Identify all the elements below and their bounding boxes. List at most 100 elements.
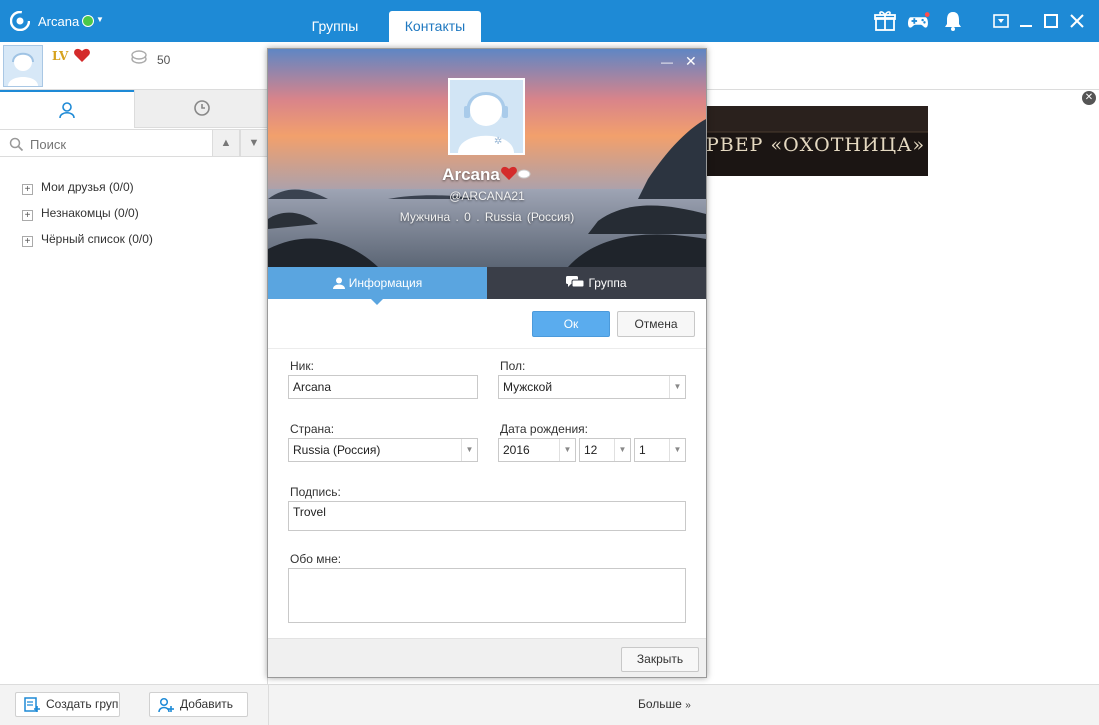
birth-day-value: 1 xyxy=(639,443,646,457)
search-input[interactable] xyxy=(30,134,205,154)
birth-year-select[interactable]: 2016 ▼ xyxy=(498,438,576,462)
profile-meta: Мужчина . 0 . Russia (Россия) xyxy=(399,210,575,224)
tab-group[interactable]: Группа xyxy=(487,267,706,299)
online-status-icon[interactable] xyxy=(82,15,94,27)
country-label: Страна: xyxy=(290,422,335,436)
chevron-down-icon: ▼ xyxy=(669,376,685,398)
svg-text:✲: ✲ xyxy=(494,136,502,147)
dialog-header: — ✕ ✲ Arcana @ARCANA21 Мужчина . 0 . Rus… xyxy=(268,49,706,267)
create-group-label: Создать груп xyxy=(46,697,119,711)
nick-label: Ник: xyxy=(290,359,314,373)
contact-group-friends[interactable]: + Мои друзья (0/0) xyxy=(22,178,134,196)
gender-label: Пол: xyxy=(500,359,526,373)
birth-year-value: 2016 xyxy=(503,443,530,457)
app-name: Arcana xyxy=(38,14,80,29)
ad-banner[interactable]: РВЕР «ОХОТНИЦА» xyxy=(706,106,928,176)
sidebar-tab-contacts[interactable] xyxy=(0,90,134,128)
contact-group-label: Незнакомцы (0/0) xyxy=(41,206,139,220)
banner-close-icon[interactable]: ✕ xyxy=(1082,91,1096,105)
profile-name: Arcana xyxy=(268,165,706,185)
avatar[interactable] xyxy=(3,45,43,87)
country-select[interactable]: Russia (Россия) ▼ xyxy=(288,438,478,462)
close-button[interactable]: Закрыть xyxy=(621,647,699,672)
gift-icon[interactable] xyxy=(873,10,897,32)
birthdate-label: Дата рождения: xyxy=(500,422,588,436)
default-avatar-icon: ✲ xyxy=(458,92,514,153)
ok-button[interactable]: Ок xyxy=(532,311,610,337)
more-label: Больше xyxy=(638,697,682,711)
bottom-divider xyxy=(268,685,269,725)
expand-icon[interactable]: + xyxy=(22,236,33,247)
dialog-close-icon[interactable]: ✕ xyxy=(685,53,697,70)
more-button[interactable]: Больше » xyxy=(638,697,691,711)
signature-label: Подпись: xyxy=(290,485,341,499)
add-user-icon xyxy=(158,697,174,713)
contact-group-strangers[interactable]: + Незнакомцы (0/0) xyxy=(22,204,139,222)
bottom-bar: Создать груп Добавить Больше » xyxy=(0,684,1099,725)
expand-icon[interactable]: + xyxy=(22,210,33,221)
heart-icon[interactable] xyxy=(500,165,532,181)
sidebar: ▲ ▼ +Мои друзья (0/0) +Незнакомцы (0/0) … xyxy=(0,90,268,684)
default-avatar-icon xyxy=(8,52,38,86)
app-logo-icon xyxy=(10,11,30,31)
profile-form: Ник: Пол: Мужской ▼ Страна: Russia (Росс… xyxy=(268,348,706,638)
profile-name-text: Arcana xyxy=(442,165,500,184)
gender-value: Мужской xyxy=(503,380,553,394)
add-contact-button[interactable]: Добавить xyxy=(149,692,248,717)
clock-icon xyxy=(194,100,210,116)
profile-handle: @ARCANA21 xyxy=(449,189,525,203)
about-field[interactable] xyxy=(288,568,686,623)
maximize-icon[interactable] xyxy=(1042,12,1060,30)
user-icon xyxy=(59,102,75,119)
banner-text: РВЕР «ОХОТНИЦА» xyxy=(706,134,926,156)
about-label: Обо мне: xyxy=(290,552,342,566)
create-group-icon xyxy=(24,697,40,712)
contact-group-label: Чёрный список (0/0) xyxy=(41,232,153,246)
create-group-button[interactable]: Создать груп xyxy=(15,692,120,717)
tab-contacts[interactable]: Контакты xyxy=(389,11,481,42)
chat-bubbles-icon xyxy=(566,276,585,288)
dialog-footer: Закрыть xyxy=(268,638,706,677)
coins-icon xyxy=(131,50,147,64)
search-icon xyxy=(9,137,24,152)
tab-groups[interactable]: Группы xyxy=(292,11,378,42)
birth-month-select[interactable]: 12 ▼ xyxy=(579,438,631,462)
status-dropdown-icon[interactable]: ▼ xyxy=(96,15,104,24)
dialog-minimize-icon[interactable]: — xyxy=(661,55,673,69)
sidebar-tab-recent[interactable] xyxy=(134,90,268,128)
search-prev-button[interactable]: ▲ xyxy=(212,129,240,157)
cancel-button[interactable]: Отмена xyxy=(617,311,695,337)
chevron-down-icon: ▼ xyxy=(461,439,477,461)
close-icon[interactable] xyxy=(1068,12,1086,30)
double-chevron-down-icon: » xyxy=(685,700,691,711)
gender-select[interactable]: Мужской ▼ xyxy=(498,375,686,399)
level-badge[interactable]: LV xyxy=(52,49,68,63)
add-contact-label: Добавить xyxy=(180,697,234,711)
tab-information[interactable]: Информация xyxy=(268,267,487,299)
birth-month-value: 12 xyxy=(584,443,598,457)
gamepad-icon[interactable] xyxy=(906,10,930,32)
user-icon xyxy=(332,277,345,289)
tab-information-label: Информация xyxy=(348,276,423,290)
expand-icon[interactable]: + xyxy=(22,184,33,195)
menu-dropdown-icon[interactable] xyxy=(992,12,1010,30)
search-box xyxy=(0,129,212,157)
chevron-down-icon: ▼ xyxy=(669,439,685,461)
chevron-down-icon: ▼ xyxy=(614,439,630,461)
profile-avatar[interactable]: ✲ xyxy=(448,78,525,155)
title-bar: Arcana ▼ Группы Контакты xyxy=(0,0,1099,42)
nick-field[interactable] xyxy=(288,375,478,399)
contact-group-blacklist[interactable]: + Чёрный список (0/0) xyxy=(22,230,153,248)
minimize-icon[interactable] xyxy=(1017,12,1035,30)
profile-dialog: — ✕ ✲ Arcana @ARCANA21 Мужчина . 0 . Rus… xyxy=(267,48,707,678)
signature-field[interactable]: Trovel xyxy=(288,501,686,531)
tab-group-label: Группа xyxy=(588,276,627,290)
contact-group-label: Мои друзья (0/0) xyxy=(41,180,134,194)
heart-icon[interactable] xyxy=(73,47,91,63)
country-value: Russia (Россия) xyxy=(293,443,381,457)
chevron-down-icon: ▼ xyxy=(559,439,575,461)
bell-icon[interactable] xyxy=(941,10,965,32)
coin-count: 50 xyxy=(157,53,171,67)
search-next-button[interactable]: ▼ xyxy=(240,129,268,157)
birth-day-select[interactable]: 1 ▼ xyxy=(634,438,686,462)
